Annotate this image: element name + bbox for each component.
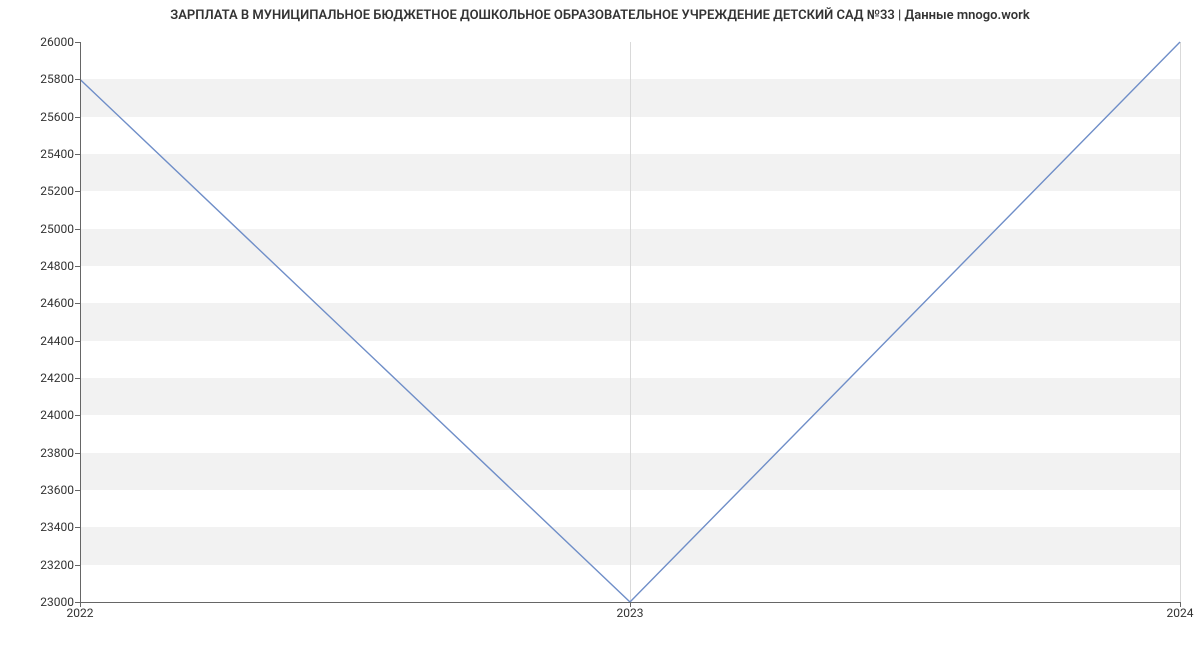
- y-tick-label: 23000: [4, 595, 74, 609]
- y-tick-label: 25000: [4, 222, 74, 236]
- y-tick-label: 24000: [4, 408, 74, 422]
- line-series-layer: [80, 42, 1180, 602]
- x-tick-label: 2023: [617, 606, 644, 620]
- y-tick-mark: [75, 117, 80, 118]
- y-tick-mark: [75, 154, 80, 155]
- gridline-vertical: [1180, 42, 1181, 602]
- y-tick-label: 24600: [4, 296, 74, 310]
- y-tick-mark: [75, 341, 80, 342]
- y-axis-line: [80, 42, 81, 602]
- chart-title: ЗАРПЛАТА В МУНИЦИПАЛЬНОЕ БЮДЖЕТНОЕ ДОШКО…: [0, 8, 1200, 23]
- plot-area: [80, 42, 1180, 602]
- y-tick-mark: [75, 453, 80, 454]
- x-tick-label: 2022: [67, 606, 94, 620]
- y-tick-label: 25600: [4, 110, 74, 124]
- y-tick-label: 23800: [4, 446, 74, 460]
- y-tick-mark: [75, 266, 80, 267]
- y-tick-mark: [75, 378, 80, 379]
- y-tick-label: 23200: [4, 558, 74, 572]
- y-tick-mark: [75, 229, 80, 230]
- y-tick-mark: [75, 42, 80, 43]
- y-tick-label: 25800: [4, 72, 74, 86]
- y-tick-label: 26000: [4, 35, 74, 49]
- y-tick-label: 23600: [4, 483, 74, 497]
- y-tick-label: 23400: [4, 520, 74, 534]
- y-tick-mark: [75, 191, 80, 192]
- y-tick-mark: [75, 79, 80, 80]
- y-tick-label: 24200: [4, 371, 74, 385]
- salary-line: [80, 42, 1180, 602]
- y-tick-mark: [75, 490, 80, 491]
- x-tick-label: 2024: [1167, 606, 1194, 620]
- y-tick-label: 25200: [4, 184, 74, 198]
- y-tick-mark: [75, 415, 80, 416]
- y-tick-label: 24400: [4, 334, 74, 348]
- chart-container: ЗАРПЛАТА В МУНИЦИПАЛЬНОЕ БЮДЖЕТНОЕ ДОШКО…: [0, 0, 1200, 650]
- y-tick-mark: [75, 527, 80, 528]
- y-tick-mark: [75, 565, 80, 566]
- y-tick-mark: [75, 303, 80, 304]
- y-tick-label: 24800: [4, 259, 74, 273]
- y-tick-label: 25400: [4, 147, 74, 161]
